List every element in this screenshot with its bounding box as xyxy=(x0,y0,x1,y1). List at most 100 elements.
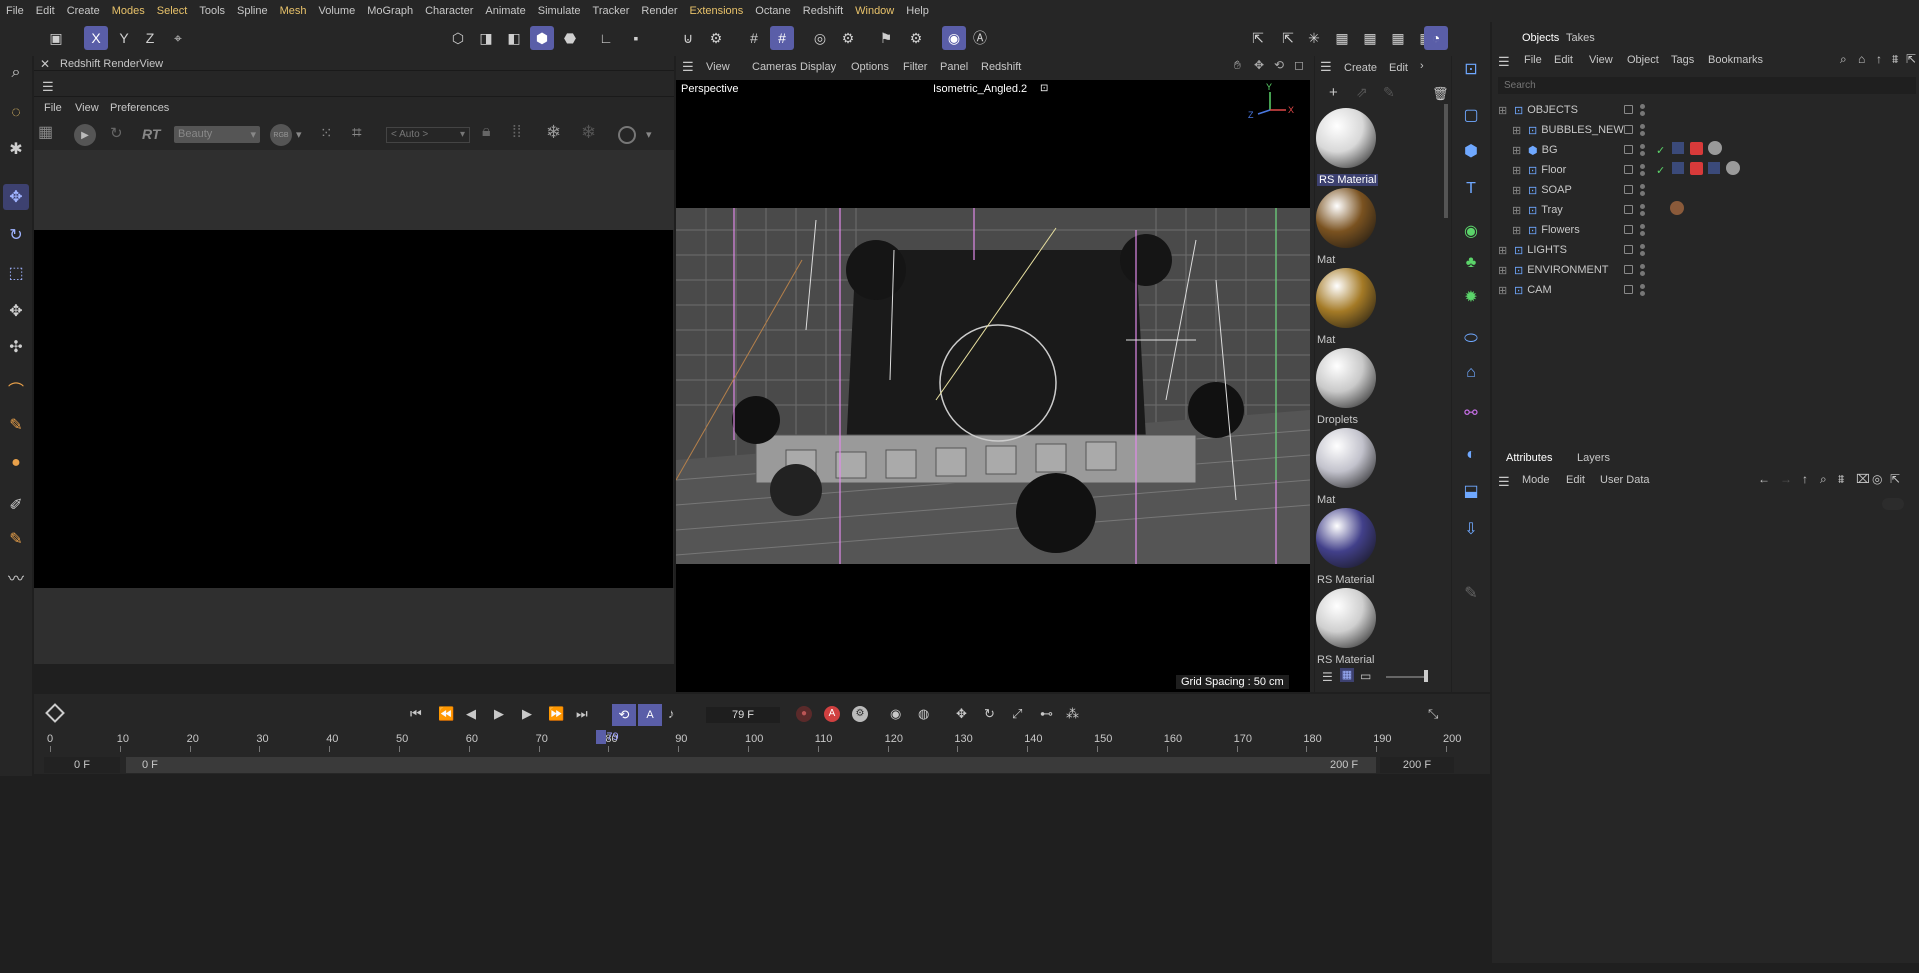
grid-view-icon[interactable]: ▦ xyxy=(1340,668,1354,682)
menu-tools[interactable]: Tools xyxy=(193,0,231,22)
render-visibility-dot[interactable] xyxy=(1640,271,1645,276)
start-frame-field[interactable]: 0 F xyxy=(44,757,120,773)
axis-mode-icon[interactable]: ∟ xyxy=(594,26,618,50)
key-rotate-icon[interactable]: ↻ xyxy=(984,706,995,722)
viewport-canvas[interactable]: Y X Z xyxy=(676,80,1310,692)
menu-redshift[interactable]: Redshift xyxy=(797,0,849,22)
viewport-menu-view[interactable]: View xyxy=(706,61,730,73)
viewport-menu-display[interactable]: Display xyxy=(800,61,836,73)
volume-icon[interactable]: ⌂ xyxy=(1458,360,1484,386)
hamburger-icon[interactable]: ☰ xyxy=(1498,54,1510,70)
mograph-icon[interactable]: ♣ xyxy=(1458,250,1484,276)
camera-icon[interactable]: ⬓ xyxy=(1458,478,1484,504)
texture-mode-icon[interactable]: ⬣ xyxy=(558,26,582,50)
rt-toggle[interactable]: RT xyxy=(142,126,160,142)
object-row[interactable]: ⊞ ⊡ Tray xyxy=(1498,201,1563,219)
menu-select[interactable]: Select xyxy=(151,0,194,22)
hamburger-icon[interactable]: ☰ xyxy=(1320,59,1332,75)
render-queue-icon[interactable]: ▦ xyxy=(1386,26,1410,50)
knife-icon[interactable]: ✎ xyxy=(3,526,29,552)
object-row[interactable]: ⊞ ⊡ OBJECTS xyxy=(1498,101,1578,119)
material-swatch[interactable] xyxy=(1316,268,1376,328)
reload-icon[interactable]: ⇱ xyxy=(1276,26,1300,50)
y-axis-lock-icon[interactable]: Y xyxy=(112,26,136,50)
material-swatch[interactable] xyxy=(1316,428,1376,488)
menu-modes[interactable]: Modes xyxy=(106,0,151,22)
object-row[interactable]: ⊞ ⊡ CAM xyxy=(1498,281,1552,299)
close-icon[interactable]: ✕ xyxy=(40,57,50,71)
menu-character[interactable]: Character xyxy=(419,0,479,22)
objects-menu-tags[interactable]: Tags xyxy=(1671,54,1694,66)
viewport-menu-options[interactable]: Options xyxy=(851,61,889,73)
null-object-icon[interactable]: ⊡ xyxy=(1458,56,1484,82)
check-tag-icon[interactable]: ✓ xyxy=(1656,164,1665,177)
material-swatch[interactable] xyxy=(1316,588,1376,648)
rs-tag-icon[interactable] xyxy=(1690,162,1703,175)
editor-visibility-dot[interactable] xyxy=(1640,104,1645,109)
character-icon[interactable]: ⚯ xyxy=(1458,400,1484,426)
expand-icon[interactable]: ⊞ xyxy=(1512,184,1524,197)
key-settings-icon[interactable]: ⚙ xyxy=(852,706,868,722)
expand-icon[interactable]: ⊞ xyxy=(1498,244,1510,257)
edges-mode-icon[interactable]: ◨ xyxy=(474,26,498,50)
visibility-checkbox[interactable] xyxy=(1624,125,1633,134)
expand-icon[interactable]: ⊞ xyxy=(1512,144,1524,157)
loop-icon[interactable]: ⟲ xyxy=(612,704,636,726)
editor-visibility-dot[interactable] xyxy=(1640,144,1645,149)
rv-menu-view[interactable]: View xyxy=(75,102,99,114)
visibility-checkbox[interactable] xyxy=(1624,285,1633,294)
attr-menu-edit[interactable]: Edit xyxy=(1566,474,1585,486)
snowflake-icon[interactable]: ❄ xyxy=(546,122,561,143)
record-icon[interactable]: ● xyxy=(796,706,812,722)
material-swatch[interactable] xyxy=(1316,108,1376,168)
expand-icon[interactable]: ⊞ xyxy=(1512,204,1524,217)
trash-icon[interactable]: 🗑︎ xyxy=(1432,86,1449,102)
range-bar[interactable] xyxy=(126,757,1376,773)
check-tag-icon[interactable]: ✓ xyxy=(1656,144,1665,157)
object-row[interactable]: ⊞ ⊡ BUBBLES_NEW xyxy=(1498,121,1624,139)
visibility-checkbox[interactable] xyxy=(1624,225,1633,234)
curve-editor-icon[interactable]: ⤡ xyxy=(1428,706,1438,722)
polygon-pen-icon[interactable]: 〰 xyxy=(3,564,29,590)
menu-window[interactable]: Window xyxy=(849,0,900,22)
menu-mograph[interactable]: MoGraph xyxy=(361,0,419,22)
menu-volume[interactable]: Volume xyxy=(313,0,362,22)
points-mode-icon[interactable]: ⬡ xyxy=(446,26,470,50)
tab-attributes[interactable]: Attributes xyxy=(1506,452,1552,464)
object-row[interactable]: ⊞ ⊡ LIGHTS xyxy=(1498,241,1567,259)
sound-icon[interactable]: ♪ xyxy=(668,706,675,721)
editor-visibility-dot[interactable] xyxy=(1640,124,1645,129)
next-key-icon[interactable]: ⏩ xyxy=(548,706,564,722)
play-icon[interactable]: ▶ xyxy=(494,706,504,722)
attr-menu-mode[interactable]: Mode xyxy=(1522,474,1550,486)
model-mode-icon[interactable]: ⬢ xyxy=(530,26,554,50)
key-scale-icon[interactable]: ⤢ xyxy=(1012,706,1022,722)
tweak-icon[interactable]: ✱ xyxy=(3,136,29,162)
grid-dots-icon[interactable]: ⁙ xyxy=(320,124,333,142)
settings-icon[interactable]: ◎ xyxy=(1872,472,1882,486)
move-icon[interactable]: ✥ xyxy=(3,184,29,210)
material-scrollbar[interactable] xyxy=(1444,104,1448,218)
external-icon[interactable]: ⇱ xyxy=(1890,472,1900,486)
visibility-checkbox[interactable] xyxy=(1624,205,1633,214)
visibility-checkbox[interactable] xyxy=(1624,105,1633,114)
external-window-icon[interactable]: ⇱ xyxy=(1246,26,1270,50)
axis-tool-icon[interactable]: ✣ xyxy=(3,334,29,360)
viewport-menu-panel[interactable]: Panel xyxy=(940,61,968,73)
render-visibility-dot[interactable] xyxy=(1640,211,1645,216)
editor-visibility-dot[interactable] xyxy=(1640,164,1645,169)
playhead[interactable] xyxy=(596,730,607,744)
visibility-checkbox[interactable] xyxy=(1624,145,1633,154)
expand-icon[interactable]: ⊞ xyxy=(1512,164,1524,177)
external-icon[interactable]: ⇱ xyxy=(1906,52,1916,66)
autokey-icon[interactable]: A xyxy=(824,706,840,722)
tab-takes[interactable]: Takes xyxy=(1566,32,1595,44)
menu-help[interactable]: Help xyxy=(900,0,935,22)
expand-icon[interactable]: ⊞ xyxy=(1498,264,1510,277)
list-view-icon[interactable]: ☰ xyxy=(1322,670,1333,684)
viewport-menu-filter[interactable]: Filter xyxy=(903,61,927,73)
editor-visibility-dot[interactable] xyxy=(1640,264,1645,269)
menu-simulate[interactable]: Simulate xyxy=(532,0,587,22)
sparkle-icon[interactable]: ✳ xyxy=(1302,26,1326,50)
sculpt-icon[interactable]: ● xyxy=(3,450,29,476)
